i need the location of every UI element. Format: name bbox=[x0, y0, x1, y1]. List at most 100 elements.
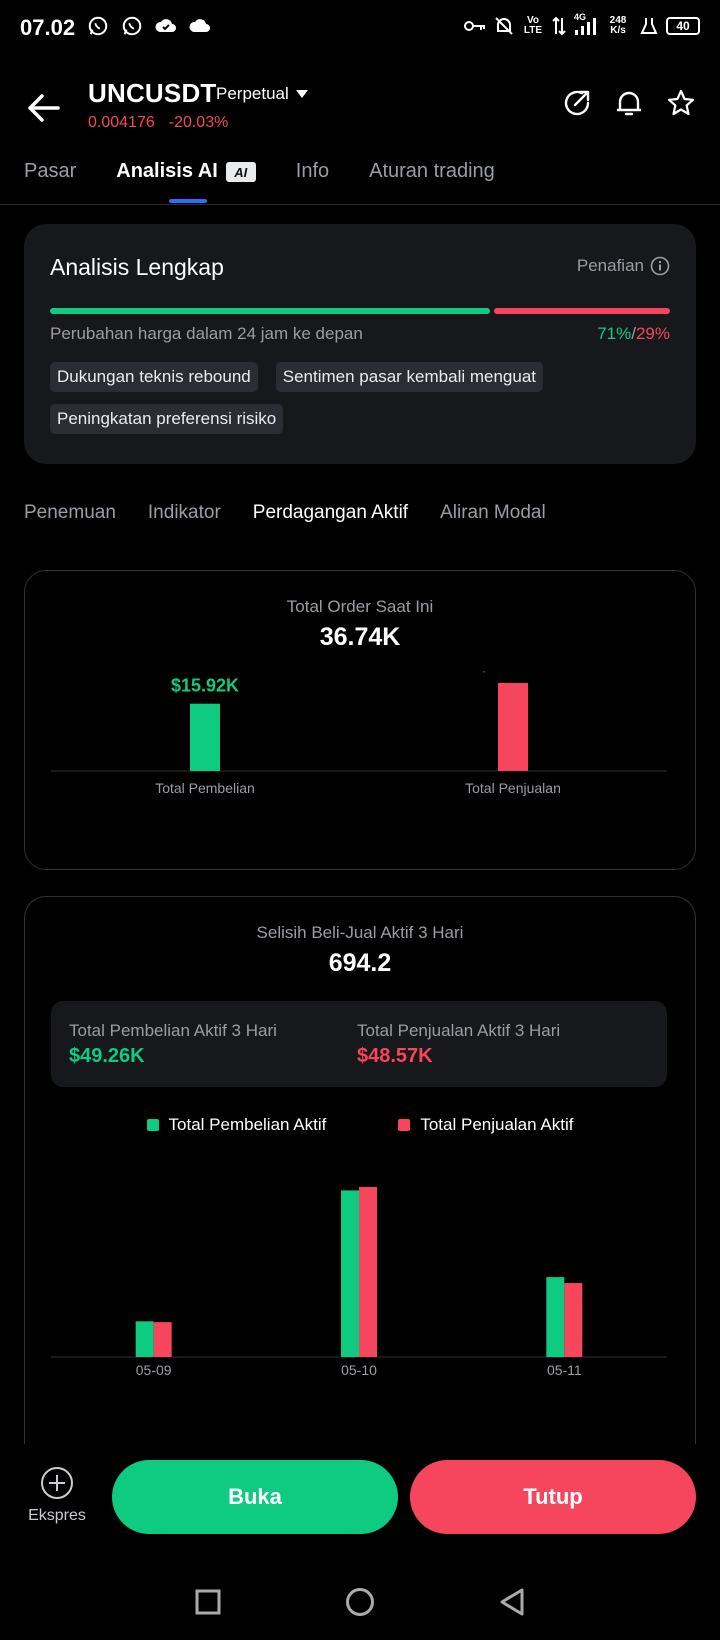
volte-icon: Vo LTE bbox=[523, 15, 543, 36]
system-nav-bar bbox=[0, 1564, 720, 1640]
analysis-card: Analisis Lengkap Penafian Perubahan harg… bbox=[24, 224, 696, 464]
bar-value-label: $20.82K bbox=[479, 671, 547, 675]
ekspres-button[interactable]: Ekspres bbox=[22, 1466, 92, 1525]
analysis-tag: Peningkatan preferensi risiko bbox=[50, 404, 284, 434]
sell-summary-label: Total Penjualan Aktif 3 Hari bbox=[357, 1021, 561, 1040]
tabs-divider bbox=[0, 204, 720, 205]
header-actions bbox=[562, 88, 696, 118]
analysis-title: Analisis Lengkap bbox=[50, 254, 224, 280]
tab-label: Pasar bbox=[24, 160, 77, 182]
last-price: 0.004176 bbox=[88, 114, 155, 131]
x-tick-label: Total Penjualan bbox=[465, 780, 561, 796]
network-type: 4G bbox=[574, 12, 587, 22]
back-triangle-icon[interactable] bbox=[496, 1586, 528, 1618]
close-position-button[interactable]: Tutup bbox=[410, 1460, 696, 1534]
sell-summary-value: $48.57K bbox=[357, 1045, 433, 1067]
x-tick-label: 05-10 bbox=[341, 1362, 377, 1378]
ai-badge: AI bbox=[225, 162, 256, 182]
bar-buy bbox=[135, 1321, 154, 1357]
analysis-tag: Sentimen pasar kembali menguat bbox=[275, 362, 543, 392]
whatsapp-icon bbox=[86, 14, 110, 38]
bar-sell bbox=[359, 1187, 377, 1357]
disclaimer-link[interactable]: Penafian bbox=[577, 256, 670, 276]
sentiment-progress-bar bbox=[50, 308, 670, 314]
orders-bar-chart: $15.92K Total Pembelian $20.82K Total Penju… bbox=[51, 671, 667, 796]
progress-down bbox=[494, 308, 670, 314]
bar-sell bbox=[498, 683, 528, 771]
data-arrows-icon bbox=[552, 14, 566, 38]
x-tick-label: Total Pembelian bbox=[155, 780, 255, 796]
legend-buy-label: Total Pembelian Aktif bbox=[168, 1115, 327, 1134]
cloud-check-icon bbox=[154, 14, 178, 38]
bar-value-label: $15.92K bbox=[171, 676, 239, 696]
contract-type-selector[interactable]: Perpetual bbox=[216, 84, 309, 104]
cloud-icon bbox=[188, 14, 212, 38]
disclaimer-label: Penafian bbox=[576, 256, 644, 275]
active-tab-indicator bbox=[169, 199, 207, 203]
active3d-summary: Total Pembelian Aktif 3 Hari $49.26K Tot… bbox=[51, 1001, 667, 1087]
analysis-tags: Dukungan teknis rebound Sentimen pasar k… bbox=[50, 362, 670, 434]
progress-up bbox=[50, 308, 491, 314]
bar-sell bbox=[564, 1283, 583, 1357]
contract-type-label: Perpetual bbox=[216, 84, 289, 103]
buy-summary-value: $49.26K bbox=[69, 1045, 145, 1067]
chart-legend: Total Pembelian Aktif Total Penjualan Ak… bbox=[25, 1115, 695, 1135]
orders-caption: Total Order Saat Ini bbox=[286, 597, 434, 616]
recent-apps-icon[interactable] bbox=[192, 1586, 224, 1618]
plus-circle-icon bbox=[41, 1467, 73, 1499]
active3d-caption: Selisih Beli-Jual Aktif 3 Hari bbox=[256, 923, 464, 942]
tab-label: Aturan trading bbox=[369, 160, 495, 182]
pair-title[interactable]: UNCUSDT bbox=[88, 78, 217, 109]
bar-sell bbox=[153, 1322, 172, 1357]
active3d-diff: 694.2 bbox=[328, 949, 392, 977]
x-tick-label: 05-09 bbox=[136, 1362, 172, 1378]
bottom-action-bar: Ekspres Buka Tutup bbox=[0, 1444, 720, 1564]
tab-aturan-trading[interactable]: Aturan trading bbox=[369, 160, 495, 196]
subtab-aliran-modal[interactable]: Aliran Modal bbox=[440, 502, 546, 524]
current-orders-card: Total Order Saat Ini 36.74K $15.92K Total… bbox=[24, 570, 696, 870]
share-icon[interactable] bbox=[562, 88, 592, 118]
ekspres-label: Ekspres bbox=[28, 1507, 86, 1524]
battery-icon: 40 bbox=[666, 17, 700, 35]
subtab-indikator[interactable]: Indikator bbox=[148, 502, 221, 524]
tab-label: Info bbox=[295, 160, 330, 182]
tab-pasar[interactable]: Pasar bbox=[24, 160, 76, 196]
legend-sell-swatch bbox=[398, 1119, 411, 1131]
whatsapp-business-icon bbox=[120, 14, 144, 38]
bar-buy bbox=[546, 1277, 565, 1357]
legend-sell: Total Penjualan Aktif bbox=[398, 1115, 573, 1135]
tab-info[interactable]: Info bbox=[296, 160, 329, 196]
status-app-icons bbox=[86, 14, 212, 38]
legend-buy-swatch bbox=[146, 1119, 159, 1131]
active-trade-3day-card: Selisih Beli-Jual Aktif 3 Hari 694.2 Tot… bbox=[24, 896, 696, 1456]
subtab-perdagangan-aktif[interactable]: Perdagangan Aktif bbox=[253, 502, 408, 524]
open-position-button[interactable]: Buka bbox=[112, 1460, 398, 1534]
caret-down-icon bbox=[295, 90, 308, 98]
bell-icon[interactable] bbox=[614, 88, 644, 118]
sub-tabs: Penemuan Indikator Perdagangan Aktif Ali… bbox=[24, 502, 578, 524]
down-percentage: 29% bbox=[635, 324, 670, 343]
info-icon bbox=[650, 256, 670, 276]
price-info: 0.004176 -20.03% bbox=[88, 114, 228, 132]
network-speed: 248 K/s bbox=[609, 15, 627, 36]
buy-summary: Total Pembelian Aktif 3 Hari $49.26K bbox=[69, 1021, 277, 1068]
active3d-bar-chart: 05-09 05-10 05-11 bbox=[51, 1187, 667, 1378]
star-icon[interactable] bbox=[666, 88, 696, 118]
legend-sell-label: Total Penjualan Aktif bbox=[420, 1115, 574, 1134]
flask-icon bbox=[640, 14, 658, 38]
home-icon[interactable] bbox=[344, 1586, 376, 1618]
tab-label: Analisis AI bbox=[116, 160, 218, 182]
back-arrow-icon[interactable] bbox=[24, 88, 64, 128]
status-bar: 07.02 Vo LTE 4G 248 K/s 40 bbox=[0, 0, 720, 56]
tab-analisis-ai[interactable]: Analisis AI AI bbox=[116, 160, 256, 196]
buy-summary-label: Total Pembelian Aktif 3 Hari bbox=[69, 1021, 277, 1040]
up-percentage: 71% bbox=[597, 324, 632, 343]
bar-buy bbox=[341, 1190, 359, 1357]
vpn-key-icon bbox=[464, 14, 486, 38]
sell-summary: Total Penjualan Aktif 3 Hari $48.57K bbox=[357, 1021, 560, 1068]
bar-buy bbox=[190, 703, 220, 771]
main-tabs: Pasar Analisis AI AI Info Aturan trading bbox=[24, 160, 535, 196]
status-system-icons: Vo LTE 4G 248 K/s 40 bbox=[464, 12, 700, 38]
price-change: -20.03% bbox=[168, 114, 229, 131]
subtab-penemuan[interactable]: Penemuan bbox=[24, 502, 116, 524]
